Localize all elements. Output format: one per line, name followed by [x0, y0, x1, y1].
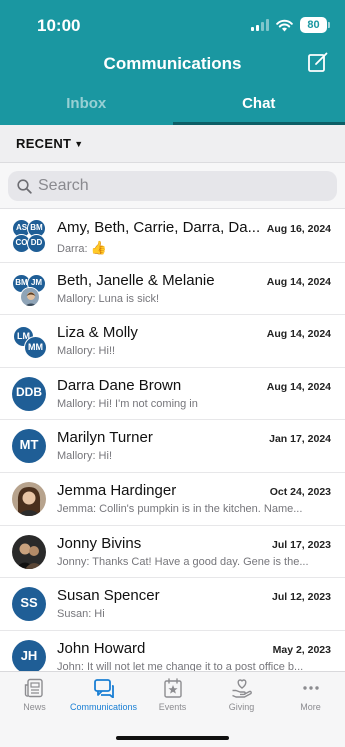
conversation-row[interactable]: Jonny Bivins Jul 17, 2023 Jonny: Thanks …: [0, 526, 345, 579]
avatar-initials: JH: [12, 639, 46, 674]
conversation-preview: Mallory: Hi!: [57, 450, 113, 463]
tab-communications[interactable]: Communications: [69, 672, 138, 722]
heart-hand-icon: [231, 679, 252, 698]
tab-chat[interactable]: Chat: [172, 87, 345, 125]
conversation-name: Beth, Janelle & Melanie: [57, 271, 215, 289]
conversation-date: Aug 14, 2024: [266, 328, 331, 341]
conversation-date: Aug 14, 2024: [266, 275, 331, 288]
conversation-name: Darra Dane Brown: [57, 376, 182, 394]
calendar-star-icon: [163, 678, 182, 698]
conversation-row[interactable]: LM MM Liza & Molly Aug 14, 2024 Mallory:…: [0, 315, 345, 368]
battery-icon: 80: [300, 17, 330, 33]
bottom-tab-bar: News Communications Events Giving More: [0, 671, 345, 747]
conversation-name: Amy, Beth, Carrie, Darra, Da...: [57, 219, 261, 236]
person-photo: [12, 481, 46, 516]
home-indicator: [116, 736, 229, 740]
search-icon: [17, 178, 32, 194]
conversation-preview: Susan: Hi: [57, 608, 105, 621]
thumbs-up-icon: 👍: [90, 240, 107, 255]
tab-inbox[interactable]: Inbox: [0, 87, 173, 125]
avatar-initials: MM: [24, 336, 47, 360]
search-input[interactable]: [38, 177, 318, 195]
preview-text: Darra:: [57, 243, 88, 255]
avatar-initials: DD: [27, 234, 46, 253]
conversation-row[interactable]: DDB Darra Dane Brown Aug 14, 2024 Mallor…: [0, 368, 345, 421]
conversation-preview: Darra: 👍: [57, 240, 333, 256]
conversation-date: Jan 17, 2024: [269, 433, 331, 446]
conversation-list: AS BM CO DD Amy, Beth, Carrie, Darra, Da…: [0, 210, 345, 683]
person-photo: [20, 286, 40, 307]
conversation-name: Liza & Molly: [57, 324, 138, 342]
status-bar: 10:00 80: [0, 0, 345, 46]
caret-down-icon: ▼: [74, 139, 84, 149]
conversation-date: Aug 16, 2024: [266, 223, 331, 235]
signal-icon: [251, 19, 269, 31]
news-icon: [24, 678, 43, 698]
tab-label: Events: [158, 702, 187, 712]
page-title: Communications: [103, 54, 242, 73]
avatar: [12, 481, 46, 516]
conversation-date: Jul 12, 2023: [272, 591, 331, 604]
status-icons: 80: [251, 17, 330, 33]
more-icon: [302, 686, 319, 690]
wifi-icon: [276, 19, 293, 31]
conversation-preview: Mallory: Hi! I'm not coming in: [57, 397, 198, 410]
search-area: [0, 163, 345, 209]
tab-more[interactable]: More: [276, 672, 345, 722]
person-photo: [12, 534, 46, 569]
tab-label: Communications: [69, 702, 138, 712]
chat-icon: [93, 679, 114, 698]
conversation-row[interactable]: SS Susan Spencer Jul 12, 2023 Susan: Hi: [0, 578, 345, 631]
conversation-preview: Mallory: Luna is sick!: [57, 292, 160, 305]
group-avatar: LM MM: [12, 324, 47, 360]
conversation-name: Jemma Hardinger: [57, 481, 177, 499]
filter-bar: RECENT ▼: [0, 125, 345, 163]
sort-filter-dropdown[interactable]: RECENT ▼: [16, 136, 83, 151]
conversation-preview: Mallory: Hi!!: [57, 345, 116, 358]
conversation-name: Marilyn Turner: [57, 429, 153, 447]
conversation-preview: Jemma: Collin's pumpkin is in the kitche…: [57, 502, 303, 515]
conversation-date: May 2, 2023: [272, 643, 331, 656]
conversation-name: John Howard: [57, 639, 146, 657]
avatar: JH: [12, 639, 46, 674]
conversation-row[interactable]: AS BM CO DD Amy, Beth, Carrie, Darra, Da…: [0, 210, 345, 263]
tab-events[interactable]: Events: [138, 672, 207, 722]
conversation-row[interactable]: MT Marilyn Turner Jan 17, 2024 Mallory: …: [0, 420, 345, 473]
sort-filter-label: RECENT: [16, 136, 72, 151]
avatar-initials: SS: [12, 587, 46, 622]
conversation-name: Jonny Bivins: [57, 534, 142, 552]
group-avatar: AS BM CO DD: [12, 219, 46, 253]
avatar-initials: DDB: [12, 376, 46, 411]
conversation-preview: Jonny: Thanks Cat! Have a good day. Gene…: [57, 555, 309, 568]
tab-bar-top: Inbox Chat: [0, 87, 345, 125]
tab-news[interactable]: News: [0, 672, 69, 722]
app-header: 10:00 80 Communications Inbox Chat: [0, 0, 345, 125]
tab-label: More: [300, 702, 321, 712]
conversation-date: Jul 17, 2023: [272, 538, 331, 551]
conversation-row[interactable]: Jemma Hardinger Oct 24, 2023 Jemma: Coll…: [0, 473, 345, 526]
conversation-name: Susan Spencer: [57, 587, 160, 605]
avatar: DDB: [12, 376, 46, 411]
avatar: MT: [12, 429, 46, 464]
tab-giving[interactable]: Giving: [207, 672, 276, 722]
compose-icon[interactable]: [307, 51, 329, 73]
avatar: SS: [12, 587, 46, 622]
status-time: 10:00: [37, 16, 81, 35]
tab-label: Giving: [228, 702, 255, 712]
conversation-date: Aug 14, 2024: [266, 380, 331, 393]
conversation-row[interactable]: BM JM Beth, Janelle & Melanie Aug 14, 20…: [0, 263, 345, 316]
conversation-date: Oct 24, 2023: [269, 485, 331, 498]
group-avatar: BM JM: [12, 272, 46, 307]
avatar: [12, 534, 46, 569]
avatar-initials: MT: [12, 429, 46, 464]
tab-label: News: [23, 702, 46, 712]
search-box[interactable]: [8, 171, 337, 201]
